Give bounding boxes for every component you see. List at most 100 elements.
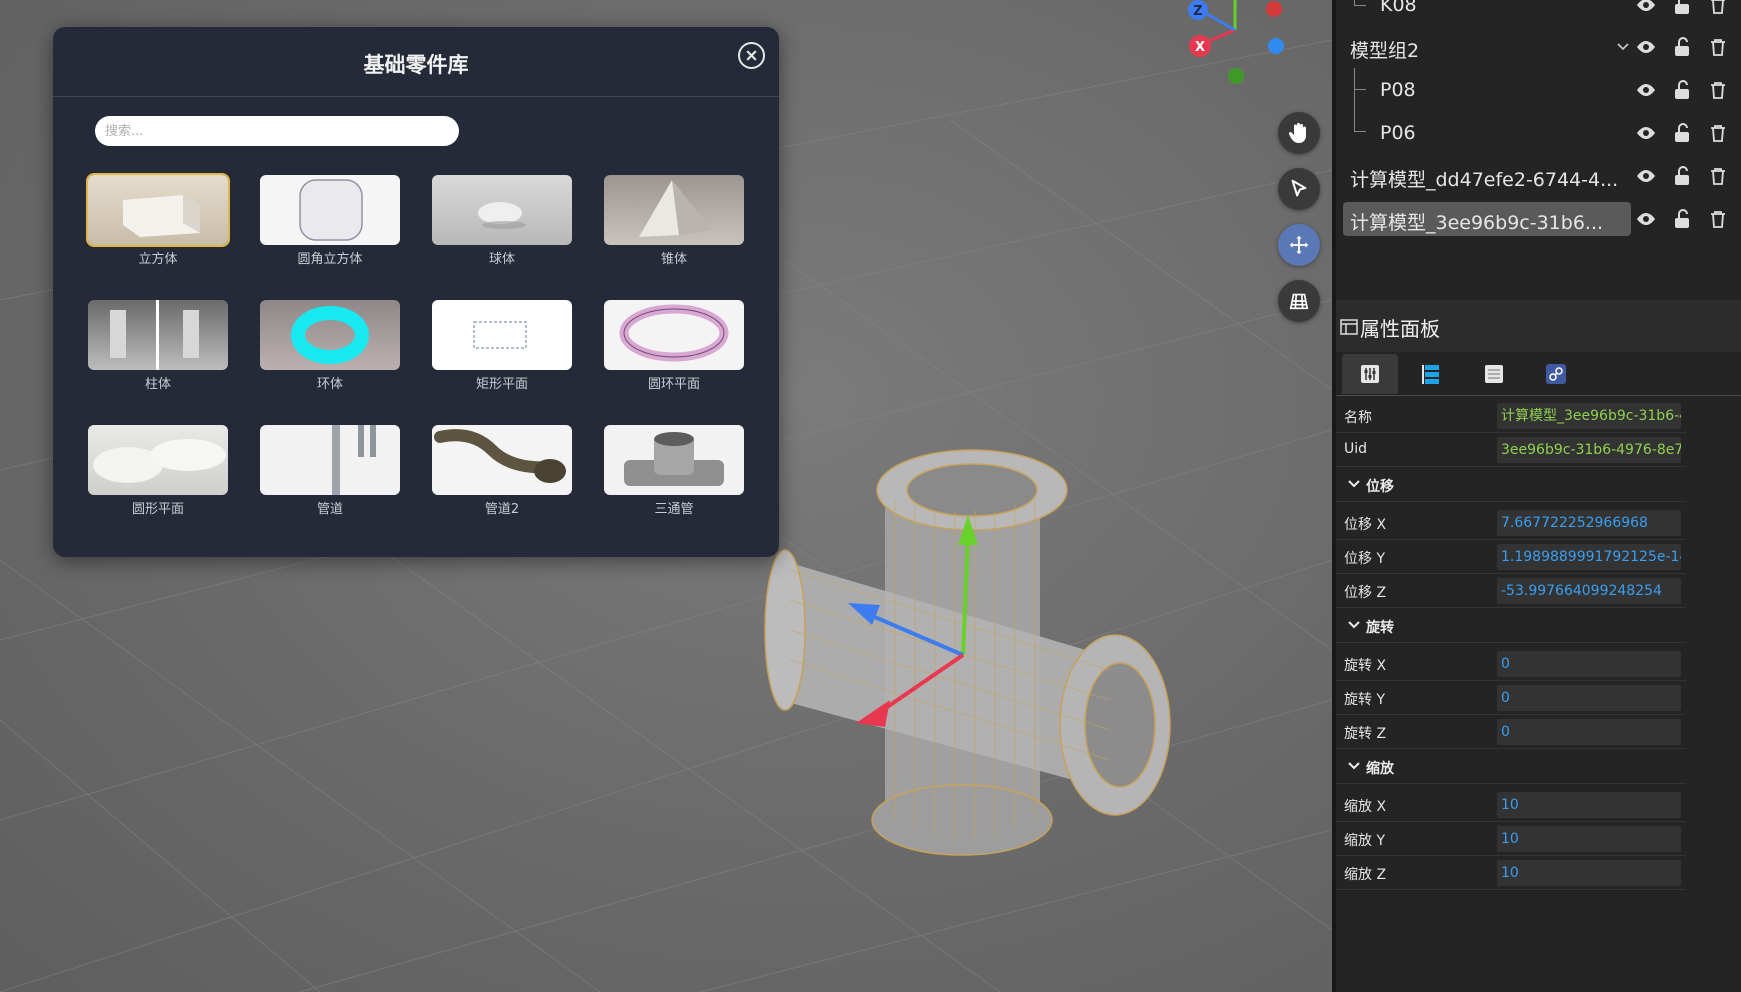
- part-rect-plane[interactable]: 矩形平面: [432, 300, 572, 396]
- eye-icon[interactable]: [1635, 36, 1657, 58]
- dialog-header: 基础零件库: [53, 27, 779, 97]
- prop-row-uid: Uid 3ee96b9c-31b6-4976-8e7f: [1336, 433, 1686, 467]
- part-tee-pipe[interactable]: 三通管: [604, 425, 744, 521]
- tree-item-model-group-2[interactable]: 模型组2: [1336, 26, 1741, 69]
- view-gizmo[interactable]: X Z: [1180, 0, 1290, 90]
- prop-row-position-z: 位移 Z -53.997664099248254: [1336, 574, 1686, 608]
- section-position[interactable]: 位移: [1336, 468, 1686, 502]
- chevron-down-icon: [1348, 762, 1360, 770]
- part-label: 圆环平面: [647, 377, 700, 392]
- search-input[interactable]: [95, 116, 459, 146]
- properties-panel-title: 属性面板: [1360, 317, 1440, 341]
- position-z-input[interactable]: -53.997664099248254: [1497, 578, 1681, 604]
- scale-y-input[interactable]: 10: [1497, 826, 1681, 852]
- scale-x-input[interactable]: 10: [1497, 792, 1681, 818]
- close-button[interactable]: [738, 42, 765, 69]
- grid-perspective-icon: [1289, 293, 1309, 310]
- rotation-y-input[interactable]: 0: [1497, 685, 1681, 711]
- prop-row-rotation-y: 旋转 Y 0: [1336, 681, 1686, 715]
- move-tool-button[interactable]: [1278, 224, 1320, 266]
- trash-icon[interactable]: [1707, 0, 1729, 16]
- eye-icon[interactable]: [1635, 165, 1657, 187]
- section-scale[interactable]: 缩放: [1336, 750, 1686, 784]
- prop-row-name: 名称 计算模型_3ee96b9c-31b6-4: [1336, 399, 1686, 433]
- eye-icon[interactable]: [1635, 79, 1657, 101]
- rect-plane-thumbnail: [432, 300, 572, 370]
- tree-item-label: K08: [1380, 0, 1417, 16]
- lock-open-icon[interactable]: [1671, 36, 1693, 58]
- lock-open-icon[interactable]: [1671, 122, 1693, 144]
- select-tool-button[interactable]: [1278, 168, 1320, 210]
- part-sphere[interactable]: 球体: [432, 175, 572, 271]
- name-field[interactable]: 计算模型_3ee96b9c-31b6-4: [1497, 403, 1681, 429]
- tab-link[interactable]: [1528, 354, 1584, 394]
- trash-icon[interactable]: [1707, 36, 1729, 58]
- part-label: 球体: [488, 252, 515, 267]
- pipe2-thumbnail: [432, 425, 572, 495]
- grid-tool-button[interactable]: [1278, 280, 1320, 322]
- close-icon: [746, 50, 757, 61]
- prop-label: 位移 Y: [1344, 551, 1386, 567]
- section-rotation[interactable]: 旋转: [1336, 609, 1686, 643]
- hand-icon: [1288, 123, 1306, 143]
- position-y-input[interactable]: 1.1989889991792125e-14: [1497, 544, 1681, 570]
- uid-field[interactable]: 3ee96b9c-31b6-4976-8e7f: [1497, 437, 1681, 463]
- lock-open-icon[interactable]: [1671, 208, 1693, 230]
- eye-icon[interactable]: [1635, 122, 1657, 144]
- position-x-input[interactable]: 7.667722252966968: [1497, 510, 1681, 536]
- tree-item-p08[interactable]: P08: [1336, 69, 1741, 112]
- part-rounded-cube[interactable]: 圆角立方体: [260, 175, 400, 271]
- tree-item-p06[interactable]: P06: [1336, 112, 1741, 155]
- eye-icon[interactable]: [1635, 208, 1657, 230]
- tab-transform[interactable]: [1342, 354, 1398, 394]
- prop-row-position-y: 位移 Y 1.1989889991792125e-14: [1336, 540, 1686, 574]
- part-pipe[interactable]: 管道: [260, 425, 400, 521]
- lock-open-icon[interactable]: [1671, 165, 1693, 187]
- tree-item-calc-model-3ee9[interactable]: 计算模型_3ee96b9c-31b6...: [1336, 198, 1741, 241]
- prop-row-scale-x: 缩放 X 10: [1336, 788, 1686, 822]
- cube-thumbnail: [86, 173, 230, 247]
- section-title: 位移: [1366, 479, 1394, 495]
- chevron-down-icon[interactable]: [1617, 43, 1629, 51]
- cylinder-thumbnail: [88, 300, 228, 370]
- tree-item-k08[interactable]: K08: [1336, 0, 1741, 27]
- sliders-icon: [1361, 365, 1379, 383]
- part-pipe2[interactable]: 管道2: [432, 425, 572, 521]
- tab-list[interactable]: [1466, 354, 1522, 394]
- tree-item-calc-model-dd47[interactable]: 计算模型_dd47efe2-6744-4...: [1336, 155, 1741, 198]
- prop-label: 旋转 X: [1344, 658, 1387, 674]
- scale-z-input[interactable]: 10: [1497, 860, 1681, 886]
- dialog-title: 基础零件库: [363, 53, 469, 77]
- rotation-x-input[interactable]: 0: [1497, 651, 1681, 677]
- part-label: 矩形平面: [475, 377, 528, 392]
- hand-tool-button[interactable]: [1278, 112, 1320, 154]
- lock-open-icon[interactable]: [1671, 79, 1693, 101]
- part-cylinder[interactable]: 柱体: [88, 300, 228, 396]
- part-cone[interactable]: 锥体: [604, 175, 744, 271]
- part-label: 锥体: [660, 252, 687, 267]
- part-cube[interactable]: 立方体: [86, 173, 230, 271]
- prop-label: 旋转 Z: [1344, 726, 1387, 742]
- part-torus[interactable]: 环体: [260, 300, 400, 396]
- trash-icon[interactable]: [1707, 122, 1729, 144]
- layers-icon: [1422, 365, 1439, 384]
- pyramid-thumbnail: [604, 175, 744, 245]
- part-label: 环体: [316, 377, 343, 392]
- rotation-z-input[interactable]: 0: [1497, 719, 1681, 745]
- trash-icon[interactable]: [1707, 208, 1729, 230]
- circle-plane-thumbnail: [88, 425, 228, 495]
- 3d-viewport[interactable]: X Z 基础零件库 搜索... 立方体 圆角立方体 球体 锥体 柱体 环体 矩形…: [0, 0, 1332, 992]
- part-ring-plane[interactable]: 圆环平面: [604, 300, 744, 396]
- chevron-down-icon: [1348, 480, 1360, 488]
- eye-icon[interactable]: [1635, 0, 1657, 16]
- trash-icon[interactable]: [1707, 79, 1729, 101]
- rounded-cube-thumbnail: [260, 175, 400, 245]
- lock-open-icon[interactable]: [1671, 0, 1693, 16]
- part-circle-plane[interactable]: 圆形平面: [88, 425, 228, 521]
- tab-layers[interactable]: [1404, 354, 1460, 394]
- trash-icon[interactable]: [1707, 165, 1729, 187]
- cross-pipe-model: [764, 449, 1171, 856]
- prop-row-rotation-z: 旋转 Z 0: [1336, 715, 1686, 749]
- section-title: 缩放: [1366, 761, 1394, 777]
- gizmo-x-label: X: [1195, 40, 1205, 55]
